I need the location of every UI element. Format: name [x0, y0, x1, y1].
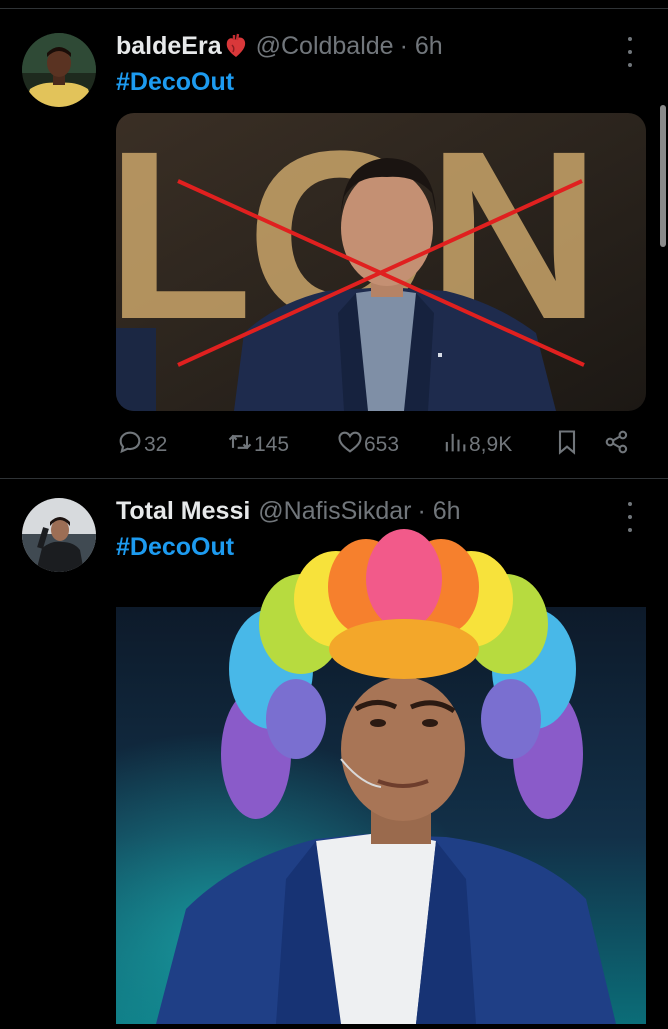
reply-count: 32: [144, 433, 168, 456]
tweet-card[interactable]: baldeEra @Coldbalde · 6h #DecoOut LON: [0, 0, 668, 478]
tweet-photo[interactable]: LON: [116, 113, 646, 411]
more-icon[interactable]: [618, 37, 642, 67]
bookmark-button[interactable]: [553, 428, 581, 462]
tweet-time[interactable]: · 6h: [418, 497, 461, 526]
author-handle[interactable]: @Coldbalde: [256, 32, 394, 61]
views-button[interactable]: 8,9K: [441, 428, 512, 462]
tweet-photo[interactable]: [116, 529, 646, 1024]
share-icon: [603, 428, 631, 462]
repost-button[interactable]: 145: [226, 428, 289, 462]
hashtag-link[interactable]: #DecoOut: [116, 68, 234, 97]
author-name[interactable]: Total Messi: [116, 497, 250, 526]
repost-count: 145: [254, 433, 290, 456]
like-count: 653: [364, 433, 400, 456]
reply-icon: [116, 428, 144, 462]
author-handle[interactable]: @NafisSikdar: [258, 497, 411, 526]
more-icon[interactable]: [618, 502, 642, 532]
like-icon: [336, 428, 364, 462]
anatomical-heart-icon: [224, 33, 248, 59]
tweet-time[interactable]: · 6h: [400, 32, 443, 61]
share-button[interactable]: [603, 428, 631, 462]
views-count: 8,9K: [469, 433, 513, 456]
photo-crossed-out-man: LON: [116, 113, 646, 411]
tweet-actions: 32 145 653 8,9K: [116, 428, 636, 462]
photo-man-with-rainbow-wig: [116, 529, 646, 1024]
avatar-image: [22, 33, 96, 107]
bookmark-icon: [553, 428, 581, 462]
avatar[interactable]: [22, 33, 96, 107]
avatar[interactable]: [22, 498, 96, 572]
avatar-image: [22, 498, 96, 572]
author-name[interactable]: baldeEra: [116, 32, 222, 61]
hashtag-link[interactable]: #DecoOut: [116, 533, 234, 562]
like-button[interactable]: 653: [336, 428, 399, 462]
tweet-card[interactable]: Total Messi @NafisSikdar · 6h #DecoOut: [0, 479, 668, 1024]
views-icon: [441, 428, 469, 462]
reply-button[interactable]: 32: [116, 428, 167, 462]
repost-icon: [226, 428, 254, 462]
